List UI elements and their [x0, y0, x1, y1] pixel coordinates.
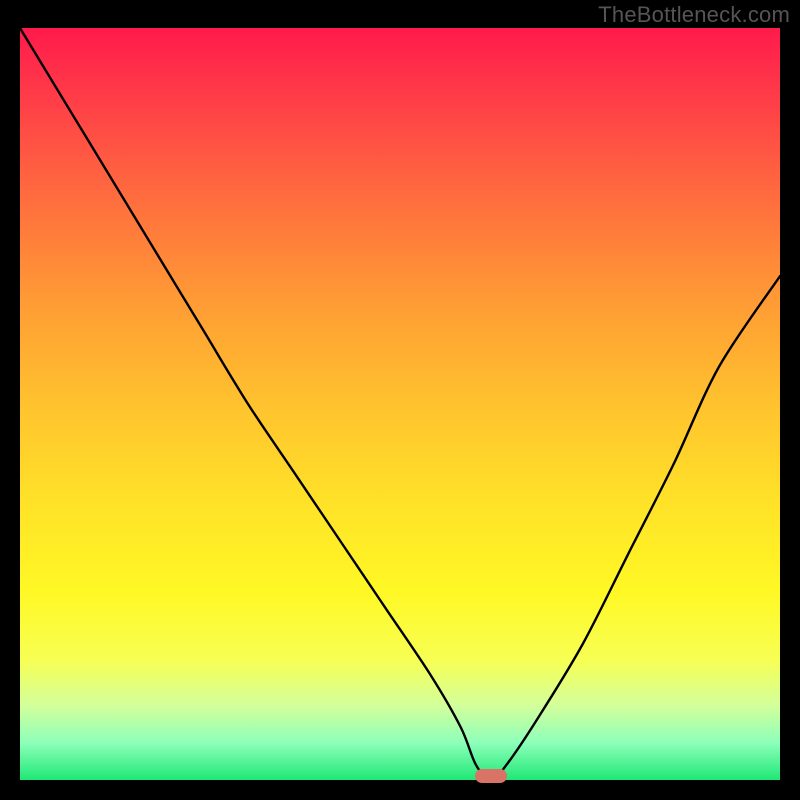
plot-area: [20, 28, 780, 780]
chart-frame: TheBottleneck.com: [0, 0, 800, 800]
bottleneck-curve: [20, 28, 780, 780]
optimal-point-marker: [475, 769, 507, 783]
watermark-text: TheBottleneck.com: [598, 2, 790, 28]
